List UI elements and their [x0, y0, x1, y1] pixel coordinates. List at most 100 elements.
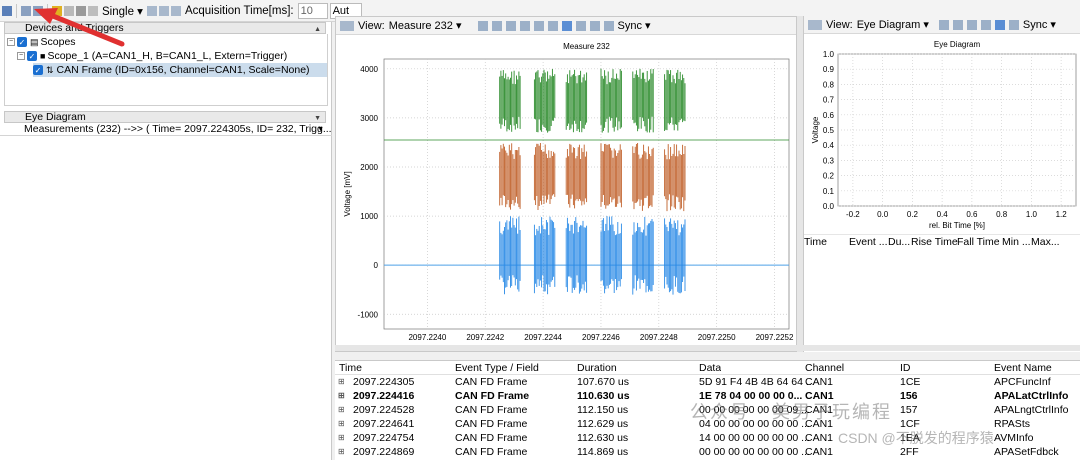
view-value: Measure 232	[388, 20, 453, 32]
expand-row-icon[interactable]: ⊞	[338, 389, 345, 403]
layout-icon[interactable]	[158, 5, 169, 16]
measurements-bar[interactable]: Measurements (232) -->> ( Time= 2097.224…	[0, 124, 332, 136]
col-header-channel[interactable]: Channel	[805, 361, 844, 375]
trigger-off-icon[interactable]	[64, 5, 74, 16]
table-cell-time: 2097.224528	[353, 404, 415, 416]
collapse-caret-icon[interactable]: ▲	[314, 25, 321, 33]
col-header-duration[interactable]: Duration	[577, 361, 617, 375]
cursor-icon[interactable]	[477, 20, 488, 31]
table-cell-time: 2097.224305	[353, 376, 415, 388]
zoom-in-icon[interactable]	[966, 19, 977, 30]
eye-col-header[interactable]: Max...	[1031, 235, 1060, 249]
y-tick-label: 0.7	[823, 96, 835, 105]
view-dropdown[interactable]: Eye Diagram ▾	[857, 18, 929, 31]
layers-icon[interactable]	[519, 20, 530, 31]
expand-caret-icon[interactable]: ▼	[317, 125, 324, 135]
table-cell-name: APASetFdbck	[994, 446, 1059, 458]
table-cell-time: 2097.224641	[353, 418, 415, 430]
table-row[interactable]: ⊞ 2097.224305 CAN FD Frame 107.670 us 5D 91 …	[335, 375, 1080, 389]
zoom-icon[interactable]	[170, 5, 181, 16]
col-header-event-name[interactable]: Event Name	[994, 361, 1052, 375]
zoom-in-icon[interactable]	[533, 20, 544, 31]
sync-dropdown[interactable]: Sync ▾	[618, 19, 651, 32]
trigger-icon[interactable]	[52, 5, 62, 16]
panel-menu-icon[interactable]	[340, 20, 354, 31]
expand-row-icon[interactable]: ⊞	[338, 375, 345, 389]
grid-icon[interactable]	[952, 19, 963, 30]
sync-dropdown[interactable]: Sync ▾	[1023, 18, 1056, 31]
chart-icon[interactable]	[505, 20, 516, 31]
checkbox-checked-icon[interactable]: ✓	[27, 51, 37, 61]
zoom-select-icon[interactable]	[561, 20, 572, 31]
step-back-icon[interactable]	[21, 5, 31, 16]
table-cell-id: 1EA	[900, 432, 920, 444]
toolbar-separator	[47, 3, 48, 18]
col-header-time[interactable]: Time	[339, 361, 362, 375]
collapse-icon[interactable]: −	[7, 38, 15, 46]
table-row[interactable]: ⊞ 2097.224528 CAN FD Frame 112.150 us 00 00 …	[335, 403, 1080, 417]
frame-icon: ⇅	[46, 64, 54, 75]
checkbox-checked-icon[interactable]: ✓	[33, 65, 43, 75]
col-header-data[interactable]: Data	[699, 361, 721, 375]
tree-row-can-frame[interactable]: ✓ ⇅ CAN Frame (ID=0x156, Channel=CAN1, S…	[33, 63, 327, 77]
step-forward-icon[interactable]	[33, 5, 43, 16]
col-header-type[interactable]: Event Type / Field	[455, 361, 539, 375]
eye-chart[interactable]: Eye Diagram -0.2 0.0 0.2 0.4 0.6 0.8 1.0 1.2 1.0 0…	[804, 34, 1080, 234]
view-dropdown[interactable]: Measure 232 ▾	[389, 19, 462, 32]
y-tick-label: -1000	[358, 310, 379, 319]
zoom-select-icon[interactable]	[994, 19, 1005, 30]
table-cell-name: APCFuncInf	[994, 376, 1051, 388]
devices-triggers-title: Devices and Triggers	[25, 22, 124, 34]
y-tick-label: 0.2	[823, 172, 835, 181]
grid-icon[interactable]	[491, 20, 502, 31]
expand-row-icon[interactable]: ⊞	[338, 417, 345, 431]
undo-icon[interactable]	[589, 20, 600, 31]
eye-diagram-header[interactable]: Eye Diagram ▼	[4, 111, 326, 123]
fit-icon[interactable]	[575, 20, 586, 31]
table-cell-data: 1E 78 04 00 00 00 0...	[699, 390, 803, 402]
tree-row-scope-1[interactable]: − ✓ ■ Scope_1 (A=CAN1_H, B=CAN1_L, Exter…	[17, 49, 287, 63]
table-row[interactable]: ⊞ 2097.224641 CAN FD Frame 112.629 us 04 00 …	[335, 417, 1080, 431]
table-cell-channel: CAN1	[805, 390, 834, 402]
stop-icon[interactable]	[88, 5, 98, 16]
col-header-id[interactable]: ID	[900, 361, 911, 375]
table-cell-data: 5D 91 F4 4B 4B 64 64 ...	[699, 376, 815, 388]
y-tick-label: 0.1	[823, 187, 835, 196]
x-tick-label: 2097.2250	[698, 333, 736, 342]
devices-triggers-header[interactable]: Devices and Triggers ▲	[4, 22, 326, 34]
collapse-icon[interactable]: −	[17, 52, 25, 60]
plot-area	[837, 53, 1077, 207]
zoom-out-icon[interactable]	[547, 20, 558, 31]
expand-row-icon[interactable]: ⊞	[338, 431, 345, 445]
table-row[interactable]: ⊞ 2097.224754 CAN FD Frame 112.630 us 14 00 …	[335, 431, 1080, 445]
zoom-out-icon[interactable]	[980, 19, 991, 30]
table-row[interactable]: ⊞ 2097.224416 CAN FD Frame 110.630 us 1E 78 …	[335, 389, 1080, 403]
panel-menu-icon[interactable]	[808, 19, 822, 30]
eye-col-header[interactable]: Fall Time	[957, 235, 1000, 249]
table-row[interactable]: ⊞ 2097.224869 CAN FD Frame 114.869 us 00 00 …	[335, 445, 1080, 459]
y-tick-label: 3000	[360, 114, 378, 123]
eye-col-header[interactable]: Event ...	[849, 235, 888, 249]
expand-row-icon[interactable]: ⊞	[338, 403, 345, 417]
redo-icon[interactable]	[603, 20, 614, 31]
scope-icon: ■	[40, 51, 46, 61]
cursor-icon[interactable]	[938, 19, 949, 30]
lightning-icon[interactable]	[76, 5, 86, 16]
tree-row-scopes[interactable]: − ✓ ▤ Scopes	[7, 35, 76, 49]
undo-icon[interactable]	[1008, 19, 1019, 30]
eye-col-header[interactable]: Rise Time	[911, 235, 958, 249]
grid-icon[interactable]	[146, 5, 157, 16]
acquisition-mode-dropdown[interactable]: Single ▾	[100, 4, 145, 18]
acquisition-time-input[interactable]: 10	[297, 2, 328, 19]
expand-caret-icon[interactable]: ▼	[314, 114, 321, 122]
scope-icon[interactable]	[2, 5, 12, 16]
checkbox-checked-icon[interactable]: ✓	[17, 37, 27, 47]
eye-col-header[interactable]: Time	[804, 235, 827, 249]
eye-col-header[interactable]: Min ...	[1002, 235, 1031, 249]
y-tick-label: 4000	[360, 65, 378, 74]
eye-col-header[interactable]: Du...	[888, 235, 910, 249]
measure-chart[interactable]: Measure 232 2097.2240 2097.2242 2097.2244 20…	[336, 35, 796, 351]
events-header-row: Time Event Type / Field Duration Data Ch…	[335, 361, 1080, 375]
expand-row-icon[interactable]: ⊞	[338, 445, 345, 459]
horizontal-splitter[interactable]	[335, 345, 1080, 351]
